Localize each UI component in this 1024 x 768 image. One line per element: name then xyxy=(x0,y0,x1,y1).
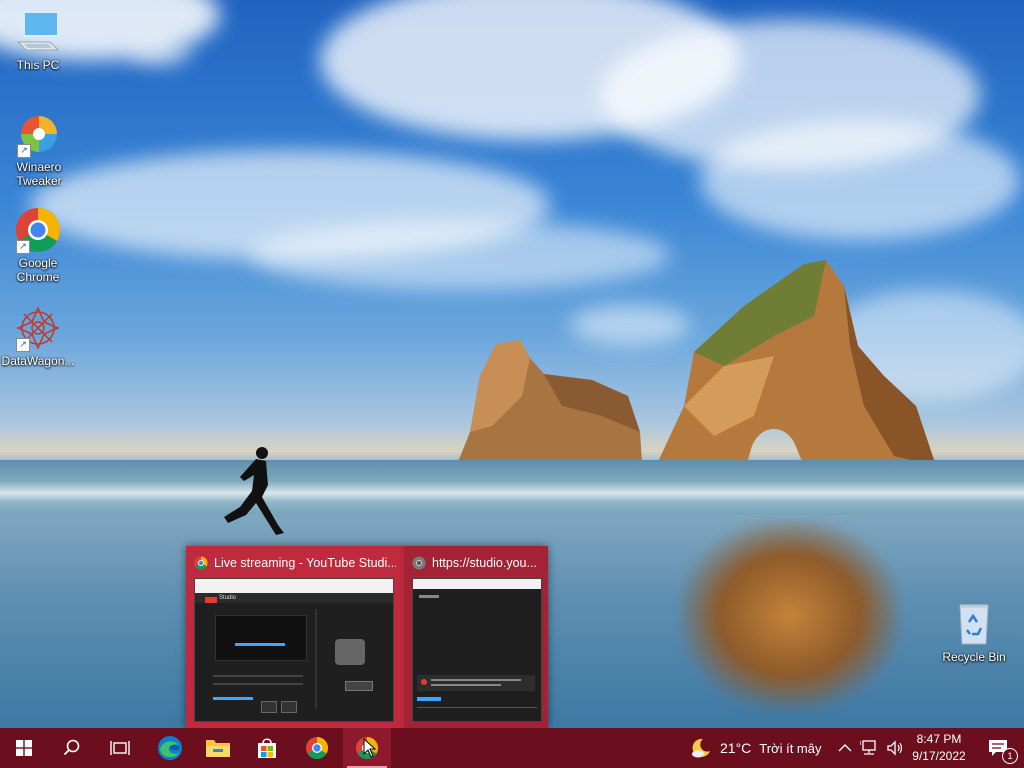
this-pc-icon[interactable]: This PC xyxy=(0,8,76,72)
studio-label: Studio xyxy=(219,595,237,601)
chrome-icon xyxy=(194,556,208,570)
thumbnail-live-streaming[interactable]: Live streaming - YouTube Studi... Studio xyxy=(186,546,400,728)
file-explorer-icon xyxy=(206,740,230,757)
chrome-logo-icon: ↗ xyxy=(14,206,62,254)
mouse-cursor-icon xyxy=(363,738,377,758)
chrome-grey-icon xyxy=(412,556,426,570)
thumbnail-title: Live streaming - YouTube Studi... xyxy=(214,556,396,570)
computer-icon xyxy=(14,8,62,56)
chevron-up-icon[interactable] xyxy=(838,743,852,753)
datawagon-icon[interactable]: ↗ DataWagon... xyxy=(0,304,76,368)
chrome-icon xyxy=(306,737,328,759)
this-pc-label: This PC xyxy=(16,58,60,72)
network-icon[interactable] xyxy=(860,740,878,756)
chrome-active-taskbar-button[interactable] xyxy=(343,728,391,768)
task-view-button[interactable] xyxy=(96,728,144,768)
recycle-bin-graphic-icon xyxy=(950,600,998,648)
winaero-tweaker-icon[interactable]: ↗ Winaero Tweaker xyxy=(0,110,78,188)
system-clock[interactable]: 8:47 PM 9/17/2022 xyxy=(906,731,972,765)
google-chrome-desktop-icon[interactable]: ↗ Google Chrome xyxy=(0,206,76,284)
small-rock-formation xyxy=(458,340,642,462)
windows-start-icon xyxy=(16,740,32,756)
task-view-icon xyxy=(110,741,130,755)
taskbar-thumbnail-popup: Live streaming - YouTube Studi... Studio xyxy=(186,546,548,728)
microsoft-store-button[interactable] xyxy=(243,728,291,768)
weather-temperature: 21°C xyxy=(720,740,752,756)
notification-badge: 1 xyxy=(1002,748,1018,764)
file-explorer-button[interactable] xyxy=(194,728,242,768)
thumbnail-title: https://studio.you... xyxy=(432,556,537,570)
clock-date: 9/17/2022 xyxy=(912,749,966,763)
weather-condition: Trời ít mây xyxy=(759,740,822,756)
winaero-logo-icon: ↗ xyxy=(15,110,63,158)
runner-silhouette xyxy=(224,447,284,535)
recycle-bin-icon[interactable]: Recycle Bin xyxy=(936,600,1012,664)
action-center-button[interactable]: 1 xyxy=(978,728,1018,768)
start-button[interactable] xyxy=(0,728,48,768)
thumbnail-studio-url[interactable]: https://studio.you... xyxy=(404,546,548,728)
clock-time: 8:47 PM xyxy=(916,732,962,746)
rock-reflection xyxy=(680,520,900,710)
winaero-tweaker-label: Winaero Tweaker xyxy=(16,160,62,188)
edge-button[interactable] xyxy=(146,728,194,768)
thumbnail-preview: Studio xyxy=(194,578,394,722)
shortcut-arrow-icon: ↗ xyxy=(16,338,30,352)
partly-cloudy-night-icon xyxy=(692,738,710,758)
system-tray xyxy=(838,728,904,768)
thumbnail-preview xyxy=(412,578,542,722)
shortcut-arrow-icon: ↗ xyxy=(16,240,30,254)
search-icon xyxy=(63,739,80,756)
shortcut-arrow-icon: ↗ xyxy=(17,144,31,158)
arch-rock-formation xyxy=(656,260,936,466)
ocean xyxy=(0,460,1024,520)
volume-icon[interactable] xyxy=(886,740,904,756)
taskbar: 21°C Trời ít mây 8:47 PM 9/17/2022 1 xyxy=(0,728,1024,768)
weather-widget[interactable]: 21°C Trời ít mây xyxy=(690,728,822,768)
edge-icon xyxy=(158,736,182,760)
datawagon-label: DataWagon... xyxy=(1,354,75,368)
chrome-taskbar-button[interactable] xyxy=(293,728,341,768)
google-chrome-label: Google Chrome xyxy=(16,256,60,284)
search-button[interactable] xyxy=(48,728,96,768)
recycle-bin-label: Recycle Bin xyxy=(942,650,1006,664)
microsoft-store-icon xyxy=(258,738,276,758)
datawagon-logo-icon: ↗ xyxy=(14,304,62,352)
